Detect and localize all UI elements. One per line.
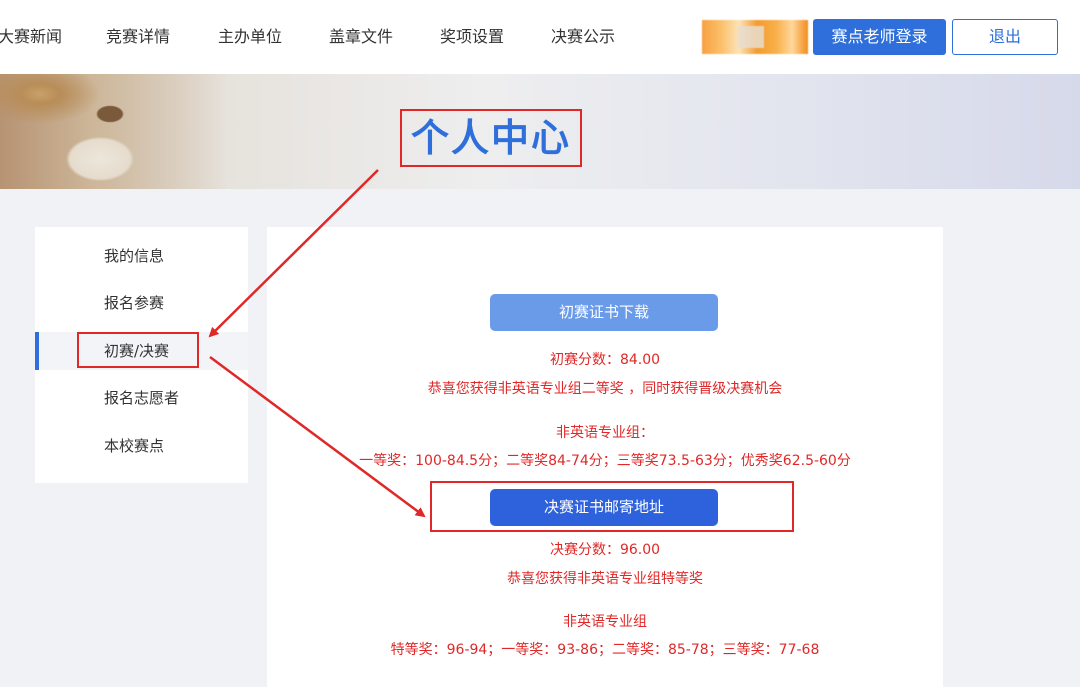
final-group-heading: 非英语专业组 — [563, 614, 647, 630]
prelim-score-text: 初赛分数：84.00 — [549, 352, 661, 368]
final-certificate-address-button[interactable]: 决赛证书邮寄地址 — [490, 489, 718, 526]
banner-figure-image — [0, 74, 230, 189]
sidebar-item-registration[interactable]: 报名参赛 — [35, 284, 248, 322]
prelim-award-levels: 一等奖：100-84.5分；二等奖84-74分；三等奖73.5-63分；优秀奖6… — [359, 453, 851, 469]
user-avatar-redacted[interactable] — [702, 20, 808, 54]
sidebar-item-school-venue[interactable]: 本校赛点 — [35, 427, 248, 465]
prelim-award-text: 恭喜您获得非英语专业组二等奖 ，同时获得晋级决赛机会 — [427, 381, 783, 397]
final-award-text: 恭喜您获得非英语专业组特等奖 — [507, 571, 703, 587]
page-title: 个人中心 — [400, 109, 582, 167]
final-score-text: 决赛分数：96.00 — [549, 542, 661, 558]
nav-item-award-settings[interactable]: 奖项设置 — [440, 26, 504, 48]
nav-item-competition-details[interactable]: 竞赛详情 — [106, 26, 170, 48]
sidebar-annotation-box — [77, 332, 199, 368]
top-navigation-bar: 大赛新闻 竞赛详情 主办单位 盖章文件 奖项设置 决赛公示 赛点老师登录 退出 — [0, 0, 1080, 74]
logout-button[interactable]: 退出 — [952, 19, 1058, 55]
page-banner: 个人中心 — [0, 74, 1080, 189]
final-award-levels: 特等奖：96-94；一等奖：93-86；二等奖：85-78；三等奖：77-68 — [390, 642, 820, 658]
teacher-login-button[interactable]: 赛点老师登录 — [813, 19, 946, 55]
nav-item-news[interactable]: 大赛新闻 — [0, 26, 62, 48]
nav-item-final-announcement[interactable]: 决赛公示 — [551, 26, 615, 48]
nav-item-organizers[interactable]: 主办单位 — [218, 26, 282, 48]
sidebar-item-volunteer[interactable]: 报名志愿者 — [35, 379, 248, 417]
prelim-group-heading: 非英语专业组： — [556, 425, 654, 441]
nav-item-stamped-documents[interactable]: 盖章文件 — [329, 26, 393, 48]
sidebar-item-my-info[interactable]: 我的信息 — [35, 237, 248, 275]
prelim-certificate-download-button[interactable]: 初赛证书下载 — [490, 294, 718, 331]
